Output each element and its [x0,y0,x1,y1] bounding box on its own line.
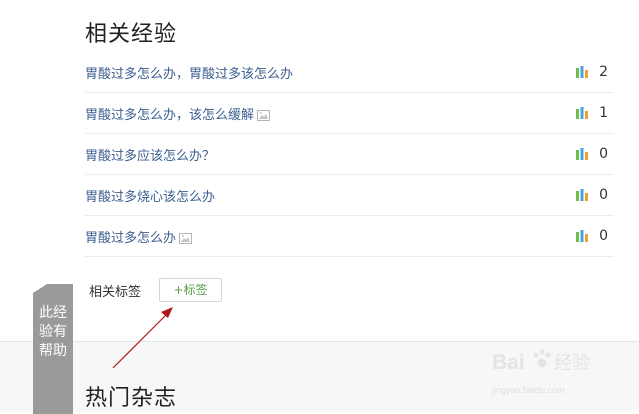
list-item: 胃酸过多应该怎么办？ 0 [85,134,614,175]
view-count: 0 [599,187,608,203]
view-stats: 0 [576,187,608,203]
svg-text:经验: 经验 [554,353,590,374]
image-icon [179,233,193,244]
bar-chart-icon [576,189,589,201]
bar-chart-icon [576,148,589,160]
hot-magazine-title: 热门杂志 [85,386,178,411]
related-link[interactable]: 胃酸过多怎么办，该怎么缓解 [85,104,271,123]
svg-text:Bai: Bai [492,351,525,374]
bar-chart-icon [576,230,589,242]
list-item: 胃酸过多怎么办，胃酸过多该怎么办 2 [85,52,614,93]
view-stats: 2 [576,64,608,80]
related-experience-title: 相关经验 [85,22,178,47]
bar-chart-icon [576,66,589,78]
helpful-tab[interactable]: 此经验有帮助 [33,284,73,414]
baidu-watermark-logo: Bai 经验 [492,349,590,374]
list-item: 胃酸过多烧心该怎么办 0 [85,175,614,216]
list-item: 胃酸过多怎么办，该怎么缓解 1 [85,93,614,134]
view-count: 1 [599,105,608,121]
view-count: 0 [599,146,608,162]
related-link-text: 胃酸过多怎么办 [85,231,177,246]
view-count: 0 [599,228,608,244]
add-tag-button[interactable]: +标签 [159,278,222,302]
related-link-text: 胃酸过多应该怎么办？ [85,149,216,164]
view-stats: 0 [576,146,608,162]
related-link-text: 胃酸过多烧心该怎么办 [85,190,216,205]
related-link[interactable]: 胃酸过多怎么办，胃酸过多该怎么办 [85,63,293,82]
watermark-url: jingyan.baidu.com [492,385,565,395]
related-link[interactable]: 胃酸过多烧心该怎么办 [85,186,215,205]
image-icon [257,110,271,121]
view-stats: 0 [576,228,608,244]
view-count: 2 [599,64,608,80]
bar-chart-icon [576,107,589,119]
related-list: 胃酸过多怎么办，胃酸过多该怎么办 2 胃酸过多怎么办，该怎么缓解 1 胃酸过多应… [85,52,614,257]
view-stats: 1 [576,105,608,121]
helpful-tab-text: 此经验有帮助 [39,305,67,359]
related-link[interactable]: 胃酸过多应该怎么办？ [85,145,215,164]
related-link[interactable]: 胃酸过多怎么办 [85,227,193,246]
list-item: 胃酸过多怎么办 0 [85,216,614,257]
related-link-text: 胃酸过多怎么办，胃酸过多该怎么办 [85,67,294,82]
related-link-text: 胃酸过多怎么办，该怎么缓解 [85,108,255,123]
related-tags-label: 相关标签 [89,285,142,300]
